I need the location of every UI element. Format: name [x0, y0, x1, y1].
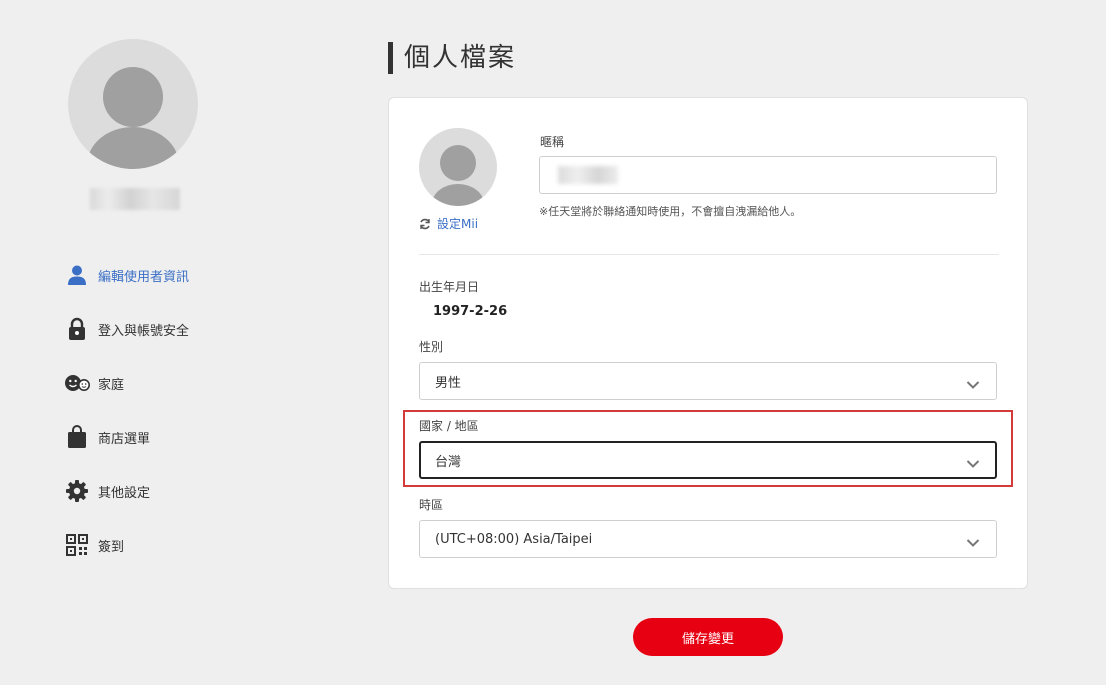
set-mii-label: 設定Mii	[437, 217, 479, 231]
sidebar-item-family[interactable]: 家庭	[64, 356, 189, 410]
country-select[interactable]: 台灣	[419, 441, 997, 479]
mii-avatar[interactable]	[419, 128, 497, 206]
country-label: 國家 / 地區	[419, 419, 479, 433]
sidebar-item-login-security[interactable]: 登入與帳號安全	[64, 302, 189, 356]
lock-icon	[64, 316, 90, 342]
nickname-note: ※任天堂將於聯絡通知時使用，不會擅自洩漏給他人。	[539, 205, 802, 218]
gender-value: 男性	[435, 375, 462, 391]
birthdate-label: 出生年月日	[419, 280, 480, 294]
country-value: 台灣	[435, 454, 462, 470]
sidebar-item-label: 其他設定	[98, 485, 151, 501]
user-name-redacted	[90, 188, 180, 210]
gender-label: 性別	[419, 340, 444, 354]
timezone-select[interactable]: (UTC+08:00) Asia/Taipei	[419, 520, 997, 558]
nickname-input[interactable]	[539, 156, 997, 194]
set-mii-link[interactable]: 設定Mii	[419, 215, 478, 232]
sidebar-item-label: 編輯使用者資訊	[98, 269, 190, 285]
timezone-label: 時區	[419, 498, 444, 512]
sidebar-item-other-settings[interactable]: 其他設定	[64, 464, 189, 518]
sidebar-item-check-in[interactable]: 簽到	[64, 518, 189, 572]
refresh-icon	[419, 218, 431, 230]
gear-icon	[64, 478, 90, 504]
save-button[interactable]: 儲存變更	[633, 618, 783, 656]
timezone-value: (UTC+08:00) Asia/Taipei	[435, 531, 593, 547]
sidebar-item-label: 家庭	[98, 377, 125, 393]
family-icon	[64, 370, 90, 396]
sidebar: 編輯使用者資訊 登入與帳號安全 家庭 商店選單 其他設定 簽到	[0, 0, 300, 685]
birthdate-value: 1997-2-26	[433, 304, 508, 319]
sidebar-item-label: 簽到	[98, 539, 125, 555]
profile-avatar	[68, 39, 198, 169]
user-icon	[64, 262, 90, 288]
sidebar-menu: 編輯使用者資訊 登入與帳號安全 家庭 商店選單 其他設定 簽到	[64, 248, 189, 572]
chevron-down-icon	[966, 375, 980, 394]
page-title: 個人檔案	[388, 42, 516, 74]
nickname-value-redacted	[558, 166, 618, 184]
nickname-label: 暱稱	[540, 135, 565, 149]
sidebar-item-shop-menu[interactable]: 商店選單	[64, 410, 189, 464]
sidebar-item-label: 登入與帳號安全	[98, 323, 190, 339]
qr-code-icon	[64, 532, 90, 558]
shopping-bag-icon	[64, 424, 90, 450]
chevron-down-icon	[966, 533, 980, 552]
section-divider	[419, 254, 999, 255]
sidebar-item-edit-user-info[interactable]: 編輯使用者資訊	[64, 248, 189, 302]
gender-select[interactable]: 男性	[419, 362, 997, 400]
chevron-down-icon	[966, 454, 980, 473]
profile-card: 設定Mii 暱稱 ※任天堂將於聯絡通知時使用，不會擅自洩漏給他人。 出生年月日 …	[388, 97, 1028, 589]
sidebar-item-label: 商店選單	[98, 431, 151, 447]
